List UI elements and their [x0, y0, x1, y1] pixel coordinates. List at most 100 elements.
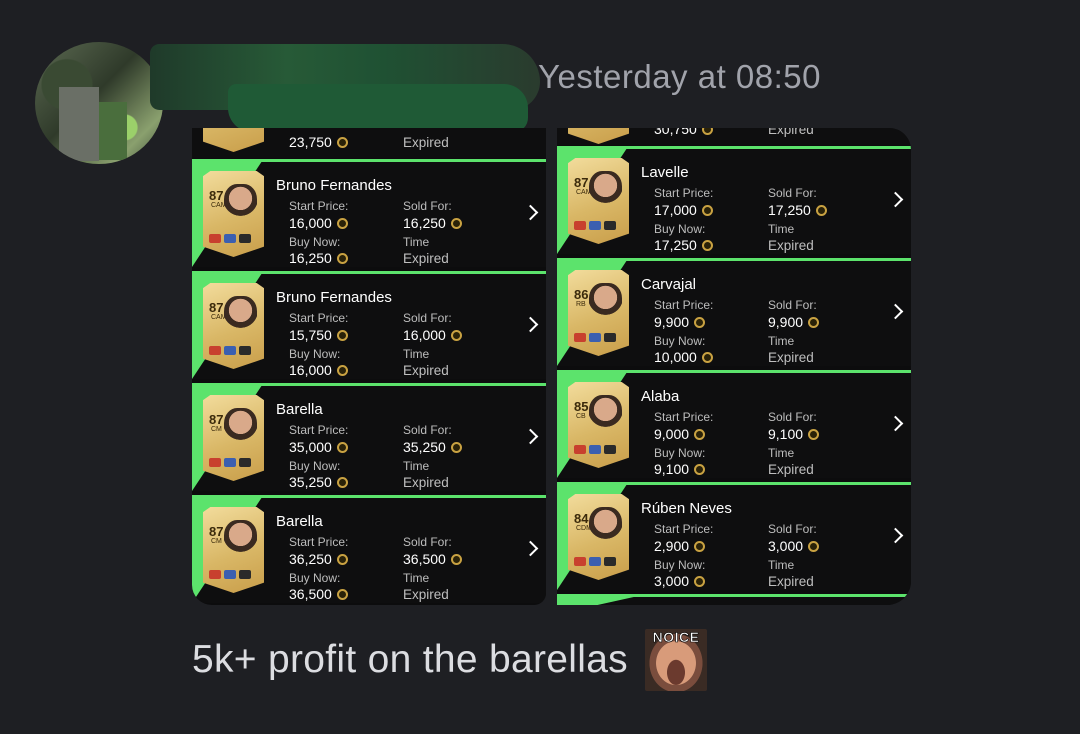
chevron-right-icon[interactable]: [887, 415, 904, 432]
listing-row[interactable]: 87 CM Barella Start Price: Sold For: 36,…: [192, 495, 546, 603]
time-label: Time: [403, 571, 430, 585]
time-value: Expired: [768, 128, 814, 137]
club-crest-icon: [239, 570, 251, 579]
chevron-right-icon[interactable]: [522, 204, 539, 221]
buy-now-label: Buy Now:: [289, 347, 341, 361]
start-price-label: Start Price:: [289, 311, 349, 325]
sold-for-label: Sold For:: [768, 298, 817, 312]
player-name: Barella: [276, 401, 323, 418]
time-value: Expired: [768, 462, 814, 477]
club-crest-icon: [239, 234, 251, 243]
club-crest-icon: [604, 221, 616, 230]
coin-icon: [694, 428, 706, 440]
league-icon: [589, 221, 601, 230]
time-label: Time: [768, 334, 795, 348]
chevron-right-icon[interactable]: [887, 527, 904, 544]
player-card: 87 CAM: [203, 283, 264, 369]
noice-emoji[interactable]: NOICE: [645, 629, 707, 691]
player-position: CM: [211, 538, 222, 545]
chevron-right-icon[interactable]: [522, 540, 539, 557]
listing-row[interactable]: 87 CAM Lavelle Start Price: Sold For: 17…: [557, 146, 911, 254]
coin-icon: [701, 239, 713, 251]
start-price-label: Start Price:: [654, 186, 714, 200]
start-price-label: Start Price:: [654, 522, 714, 536]
sold-for-value: 9,900: [768, 314, 820, 330]
nation-league-club-badges: [574, 333, 624, 343]
sold-for-label: Sold For:: [768, 186, 817, 200]
player-rating: 86: [574, 287, 589, 302]
buy-now-value: 9,100: [654, 461, 706, 477]
chevron-right-icon[interactable]: [522, 428, 539, 445]
club-crest-icon: [604, 333, 616, 342]
player-name: Carvajal: [641, 276, 697, 293]
time-value: Expired: [768, 350, 814, 365]
coin-icon: [450, 553, 462, 565]
time-label: Time: [403, 235, 430, 249]
buy-now-value: 35,250: [289, 474, 348, 490]
club-crest-icon: [239, 458, 251, 467]
message-timestamp: Yesterday at 08:50: [538, 58, 821, 95]
listing-row[interactable]: 86 RB Carvajal Start Price: Sold For: 9,…: [557, 258, 911, 366]
listing-row[interactable]: 84 CDM Rúben Neves Start Price: Sold For…: [557, 482, 911, 590]
transfer-list-screenshot-left: 23,750 Expired 87 CAM Bruno Fernandes St…: [192, 128, 546, 605]
league-icon: [589, 445, 601, 454]
player-face: [224, 184, 257, 222]
listing-row[interactable]: 85 CB Alaba Start Price: Sold For: 9,000…: [557, 370, 911, 478]
listing-row[interactable]: 87 CAM Bruno Fernandes Start Price: Sold…: [192, 159, 546, 267]
row-divider: [192, 383, 546, 386]
start-price-label: Start Price:: [289, 423, 349, 437]
player-face: [224, 520, 257, 558]
buy-now-label: Buy Now:: [654, 222, 706, 236]
player-face: [589, 507, 622, 545]
row-divider: [192, 271, 546, 274]
nation-flag-icon: [574, 333, 586, 342]
coin-icon: [694, 316, 706, 328]
chevron-right-icon[interactable]: [887, 191, 904, 208]
listing-row[interactable]: 87 CM Barella Start Price: Sold For: 35,…: [192, 383, 546, 491]
buy-now-value: 16,000: [289, 362, 348, 378]
coin-icon: [701, 351, 713, 363]
sold-for-value: 9,100: [768, 426, 820, 442]
coin-icon: [815, 204, 827, 216]
coin-icon: [336, 136, 348, 148]
coin-icon: [694, 463, 706, 475]
nation-flag-icon: [574, 221, 586, 230]
time-label: Time: [768, 446, 795, 460]
row-divider: [557, 370, 911, 373]
nation-league-club-badges: [574, 221, 624, 231]
next-listing-stripe: [557, 594, 911, 605]
avatar-pixel-block: [59, 87, 99, 161]
user-avatar[interactable]: [35, 42, 163, 164]
row-divider: [557, 594, 911, 597]
sold-for-label: Sold For:: [403, 535, 452, 549]
chevron-right-icon[interactable]: [522, 316, 539, 333]
league-icon: [224, 346, 236, 355]
time-value: Expired: [768, 238, 814, 253]
time-label: Time: [768, 558, 795, 572]
player-name: Barella: [276, 513, 323, 530]
player-card: 84 CDM: [568, 494, 629, 580]
listing-row[interactable]: 87 CAM Bruno Fernandes Start Price: Sold…: [192, 271, 546, 379]
time-label: Time: [403, 347, 430, 361]
start-price-value: 16,000: [289, 215, 348, 231]
player-name: Bruno Fernandes: [276, 289, 392, 306]
coin-icon: [808, 428, 820, 440]
chevron-right-icon[interactable]: [887, 303, 904, 320]
coin-icon: [808, 316, 820, 328]
nation-league-club-badges: [209, 346, 259, 356]
sold-for-value: 35,250: [403, 439, 462, 455]
buy-now-value: 3,000: [654, 573, 706, 589]
player-card: 85 CB: [568, 382, 629, 468]
player-face: [589, 283, 622, 321]
buy-now-label: Buy Now:: [289, 235, 341, 249]
row-divider: [192, 159, 546, 162]
start-price-value: 17,000: [654, 202, 713, 218]
player-name: Rúben Neves: [641, 500, 732, 517]
coin-icon: [450, 441, 462, 453]
sold-for-value: 3,000: [768, 538, 820, 554]
coin-icon: [336, 553, 348, 565]
nation-flag-icon: [574, 557, 586, 566]
nation-league-club-badges: [209, 458, 259, 468]
player-rating: 84: [574, 511, 589, 526]
row-divider: [557, 258, 911, 261]
